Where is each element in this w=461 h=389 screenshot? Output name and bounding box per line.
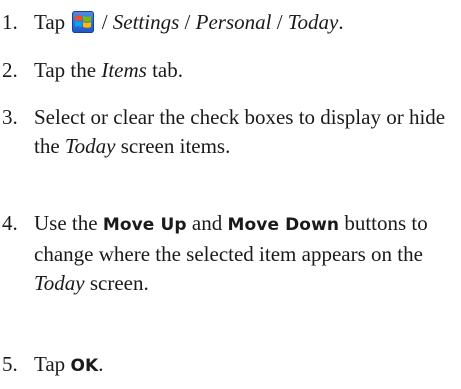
move-down-label: Move Down [227, 215, 340, 235]
tab-name: Items [101, 58, 147, 82]
step-number: 3. [2, 105, 18, 129]
screen-name: Today [34, 271, 85, 295]
menu-path-personal: Personal [195, 10, 272, 34]
menu-path-settings: Settings [112, 10, 180, 34]
screen-name: Today [64, 134, 116, 158]
step-text: Tap / Settings / Personal / Today. [34, 10, 344, 34]
step-number: 2. [2, 58, 18, 82]
step-text: Tap the Items tab. [34, 58, 183, 82]
step-number: 4. [2, 211, 18, 235]
step-text: Use the Move Up and Move Down buttons to… [34, 211, 428, 295]
step-number: 1. [2, 10, 18, 34]
windows-start-icon [72, 11, 95, 33]
step-text: Tap OK. [34, 352, 104, 376]
menu-path-today: Today [287, 10, 339, 34]
move-up-label: Move Up [102, 215, 187, 235]
ok-label: OK [70, 356, 99, 376]
step-text: Select or clear the check boxes to displ… [34, 105, 446, 158]
step-number: 5. [2, 352, 18, 376]
